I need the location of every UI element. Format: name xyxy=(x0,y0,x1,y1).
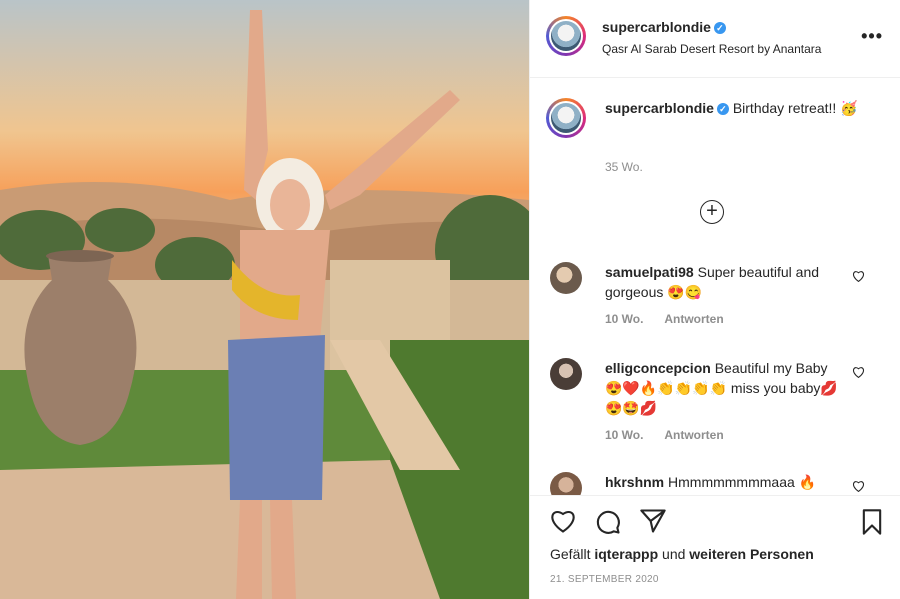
post-footer: Gefällt iqterappp und weiteren Personen … xyxy=(530,495,900,599)
more-options-icon[interactable]: ••• xyxy=(861,26,883,47)
caption-time[interactable]: 35 Wo. xyxy=(605,160,643,174)
avatar[interactable] xyxy=(550,262,582,294)
verified-badge-icon: ✓ xyxy=(716,103,729,116)
plus-circle-icon[interactable]: + xyxy=(700,200,724,224)
avatar[interactable] xyxy=(550,358,582,390)
photo-illustration xyxy=(0,10,529,599)
avatar[interactable] xyxy=(546,98,586,138)
reply-button[interactable]: Antworten xyxy=(664,428,723,442)
post-username[interactable]: supercarblondie xyxy=(602,19,711,35)
comment-username[interactable]: samuelpati98 xyxy=(605,264,694,280)
likes-user[interactable]: iqterappp xyxy=(594,546,658,562)
heart-icon[interactable] xyxy=(852,480,865,495)
caption-username[interactable]: supercarblondie xyxy=(605,100,714,116)
bookmark-icon[interactable] xyxy=(859,508,885,536)
comment-text: Hmmmmmmmmaaa 🔥 xyxy=(668,474,817,490)
comment-time[interactable]: 10 Wo. xyxy=(605,312,643,326)
avatar[interactable] xyxy=(546,16,586,56)
action-bar xyxy=(549,508,889,538)
likes-others[interactable]: weiteren Personen xyxy=(689,546,814,562)
likes-summary: Gefällt iqterappp und weiteren Personen xyxy=(550,546,814,562)
post-photo[interactable] xyxy=(0,0,529,599)
heart-icon[interactable] xyxy=(549,508,577,534)
reply-button[interactable]: Antworten xyxy=(664,312,723,326)
avatar[interactable] xyxy=(550,472,582,495)
likes-middle: und xyxy=(662,546,686,562)
comment-username[interactable]: hkrshnm xyxy=(605,474,664,490)
verified-badge-icon: ✓ xyxy=(713,21,726,34)
likes-prefix: Gefällt xyxy=(550,546,591,562)
post-header: supercarblondie ✓ Qasr Al Sarab Desert Re… xyxy=(530,0,900,78)
heart-icon[interactable] xyxy=(852,270,865,285)
comment-username[interactable]: elligconcepcion xyxy=(605,360,711,376)
caption-text: Birthday retreat!! 🥳 xyxy=(732,100,858,116)
post-date[interactable]: 21. SEPTEMBER 2020 xyxy=(550,574,659,585)
share-icon[interactable] xyxy=(639,508,667,534)
post-location[interactable]: Qasr Al Sarab Desert Resort by Anantara xyxy=(602,42,821,56)
comments-area[interactable]: supercarblondie ✓ Birthday retreat!! 🥳 35… xyxy=(530,78,900,495)
comment-time[interactable]: 10 Wo. xyxy=(605,428,643,442)
post-detail-panel: supercarblondie ✓ Qasr Al Sarab Desert Re… xyxy=(529,0,900,599)
comment-icon[interactable] xyxy=(594,508,622,536)
heart-icon[interactable] xyxy=(852,366,865,381)
